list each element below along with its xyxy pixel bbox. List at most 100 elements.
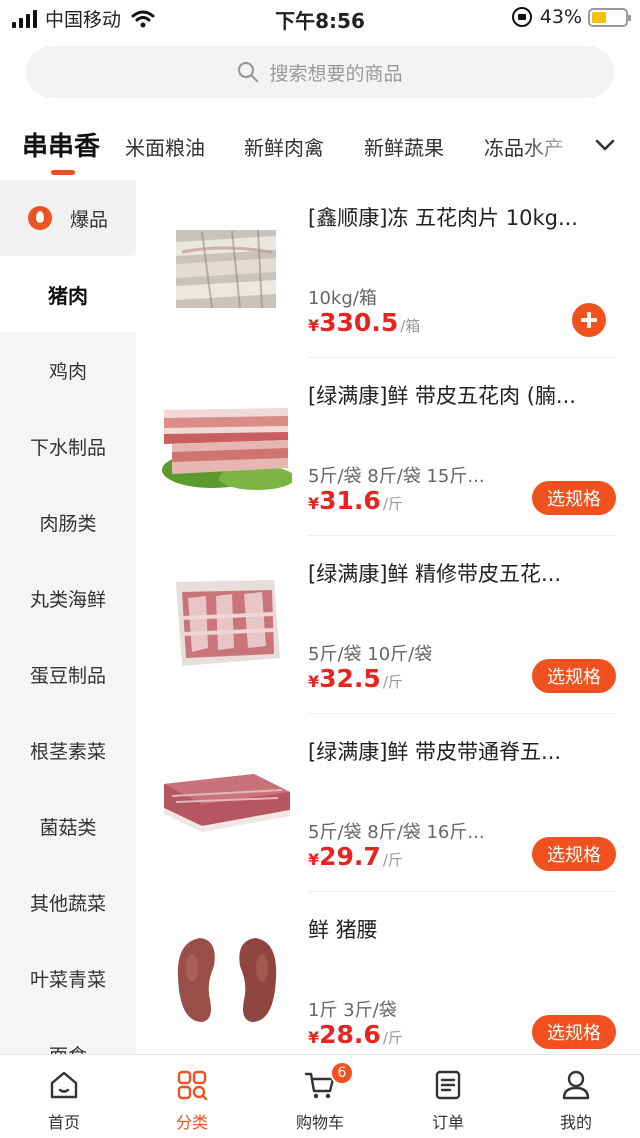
product-list: [鑫顺康]冻 五花肉片 10kg... 10kg/箱 ¥330.5/箱 [绿满康… xyxy=(136,180,640,1054)
add-to-cart-button[interactable] xyxy=(572,303,606,337)
tab-rice-flour-oil[interactable]: 米面粮油 xyxy=(125,132,205,161)
nav-cart[interactable]: 6 购物车 xyxy=(256,1055,384,1138)
search-placeholder: 搜索想要的商品 xyxy=(269,62,403,85)
sidebar-item-label: 根茎素菜 xyxy=(29,740,106,763)
product-spec: 1斤 3斤/袋 xyxy=(308,1000,397,1021)
product-spec: 5斤/袋 10斤/袋 xyxy=(308,644,433,665)
sidebar-item-label: 丸类海鲜 xyxy=(29,588,106,611)
price-value: 31.6 xyxy=(319,486,381,515)
price-value: 32.5 xyxy=(319,664,381,693)
active-tab-indicator xyxy=(51,170,75,175)
product-image-trimmed-pork-belly xyxy=(176,580,280,666)
tab-fresh-produce[interactable]: 新鲜蔬果 xyxy=(364,132,444,161)
product-name: [鑫顺康]冻 五花肉片 10kg... xyxy=(308,206,578,230)
select-spec-button[interactable]: 选规格 xyxy=(532,481,616,515)
product-image-pork-kidney xyxy=(177,938,277,1022)
price-value: 29.7 xyxy=(319,842,381,871)
select-spec-button[interactable]: 选规格 xyxy=(532,659,616,693)
product-card[interactable]: 鲜 猪腰 1斤 3斤/袋 ¥28.6/斤 选规格 xyxy=(136,892,640,1054)
sidebar-item-label: 猪肉 xyxy=(48,283,88,308)
sidebar-item-label: 鸡肉 xyxy=(48,360,87,383)
cart-badge: 6 xyxy=(330,1061,354,1085)
currency-symbol: ¥ xyxy=(308,494,320,513)
sidebar-item-hot[interactable]: 爆品 xyxy=(0,180,136,256)
price-value: 330.5 xyxy=(319,308,399,337)
sidebar-item-noodles[interactable]: 面食 xyxy=(0,1016,136,1055)
sidebar-item-label: 下水制品 xyxy=(29,436,106,459)
sidebar: 爆品 猪肉 鸡肉 下水制品 肉肠类 丸类海鲜 蛋豆制品 根茎素菜 菌菇类 其他蔬… xyxy=(0,180,136,1054)
price-unit: /斤 xyxy=(382,673,403,691)
sidebar-item-root-veg[interactable]: 根茎素菜 xyxy=(0,712,136,788)
product-name: 鲜 猪腰 xyxy=(308,918,378,942)
battery-level xyxy=(592,11,606,23)
battery-percent: 43% xyxy=(539,6,582,28)
nav-home[interactable]: 首页 xyxy=(0,1055,128,1138)
sidebar-item-chicken[interactable]: 鸡肉 xyxy=(0,332,136,408)
price-unit: /箱 xyxy=(400,317,421,335)
product-spec: 10kg/箱 xyxy=(308,288,377,309)
sidebar-item-egg-tofu[interactable]: 蛋豆制品 xyxy=(0,636,136,712)
status-bar: 中国移动 下午8:56 43% xyxy=(0,0,640,36)
product-price: ¥330.5/箱 xyxy=(308,308,420,337)
nav-label: 订单 xyxy=(431,1113,464,1132)
nav-profile[interactable]: 我的 xyxy=(512,1055,640,1138)
product-spec: 5斤/袋 8斤/袋 16斤... xyxy=(308,822,485,843)
tab-fresh-meat[interactable]: 新鲜肉禽 xyxy=(244,132,324,161)
product-card[interactable]: [绿满康]鲜 精修带皮五花... 5斤/袋 10斤/袋 ¥32.5/斤 选规格 xyxy=(136,536,640,714)
nav-label: 分类 xyxy=(175,1113,208,1132)
product-name: [绿满康]鲜 带皮五花肉 (腩... xyxy=(308,384,576,408)
nav-category[interactable]: 分类 xyxy=(128,1055,256,1138)
chevron-down-icon[interactable] xyxy=(594,134,616,156)
sidebar-item-label: 菌菇类 xyxy=(39,816,97,839)
nav-orders[interactable]: 订单 xyxy=(384,1055,512,1138)
sidebar-item-label: 叶菜青菜 xyxy=(29,968,106,991)
sidebar-item-balls-seafood[interactable]: 丸类海鲜 xyxy=(0,560,136,636)
sidebar-item-label: 其他蔬菜 xyxy=(29,892,106,915)
search-bar[interactable]: 搜索想要的商品 xyxy=(26,46,614,98)
home-icon xyxy=(50,1071,78,1099)
sidebar-item-leafy-veg[interactable]: 叶菜青菜 xyxy=(0,940,136,1016)
sidebar-item-label: 蛋豆制品 xyxy=(29,664,106,687)
currency-symbol: ¥ xyxy=(308,672,320,691)
currency-symbol: ¥ xyxy=(308,1028,320,1047)
category-tabs: 串串香 米面粮油 新鲜肉禽 新鲜蔬果 冻品水产 xyxy=(0,108,640,180)
sidebar-item-pork[interactable]: 猪肉 xyxy=(0,256,136,332)
product-image-pork-loin-belly xyxy=(164,774,290,832)
price-value: 28.6 xyxy=(319,1020,381,1049)
price-unit: /斤 xyxy=(382,495,403,513)
tabs-fade xyxy=(520,108,640,180)
search-icon xyxy=(238,61,259,83)
sidebar-item-label: 肉肠类 xyxy=(39,512,97,535)
product-card[interactable]: [绿满康]鲜 带皮五花肉 (腩... 5斤/袋 8斤/袋 15斤... ¥31.… xyxy=(136,358,640,536)
product-price: ¥32.5/斤 xyxy=(308,664,403,693)
user-icon xyxy=(562,1070,590,1100)
bottom-nav: 首页 分类 6 购物车 订单 我的 xyxy=(0,1054,640,1138)
product-price: ¥28.6/斤 xyxy=(308,1020,403,1049)
category-icon xyxy=(177,1070,208,1101)
select-spec-button[interactable]: 选规格 xyxy=(532,837,616,871)
price-unit: /斤 xyxy=(382,1029,403,1047)
battery-icon xyxy=(588,7,631,27)
sidebar-item-label: 面食 xyxy=(49,1041,87,1055)
product-name: [绿满康]鲜 带皮带通脊五... xyxy=(308,740,562,764)
nav-label: 购物车 xyxy=(295,1113,344,1132)
tab-chuanchuanxiang[interactable]: 串串香 xyxy=(22,126,100,163)
order-icon xyxy=(435,1070,461,1100)
product-card[interactable]: [绿满康]鲜 带皮带通脊五... 5斤/袋 8斤/袋 16斤... ¥29.7/… xyxy=(136,714,640,892)
product-image-pork-belly xyxy=(162,408,292,490)
currency-symbol: ¥ xyxy=(308,316,320,335)
sidebar-item-label: 爆品 xyxy=(69,208,108,231)
currency-symbol: ¥ xyxy=(308,850,320,869)
nav-label: 首页 xyxy=(47,1113,80,1132)
sidebar-item-offal[interactable]: 下水制品 xyxy=(0,408,136,484)
nav-label: 我的 xyxy=(559,1113,592,1132)
product-card[interactable]: [鑫顺康]冻 五花肉片 10kg... 10kg/箱 ¥330.5/箱 xyxy=(136,180,640,358)
sidebar-item-mushroom[interactable]: 菌菇类 xyxy=(0,788,136,864)
product-price: ¥31.6/斤 xyxy=(308,486,403,515)
sidebar-item-other-veg[interactable]: 其他蔬菜 xyxy=(0,864,136,940)
price-unit: /斤 xyxy=(382,851,403,869)
select-spec-button[interactable]: 选规格 xyxy=(532,1015,616,1049)
sidebar-item-sausage[interactable]: 肉肠类 xyxy=(0,484,136,560)
product-image-pork-slices xyxy=(176,229,276,309)
product-name: [绿满康]鲜 精修带皮五花... xyxy=(308,562,562,586)
